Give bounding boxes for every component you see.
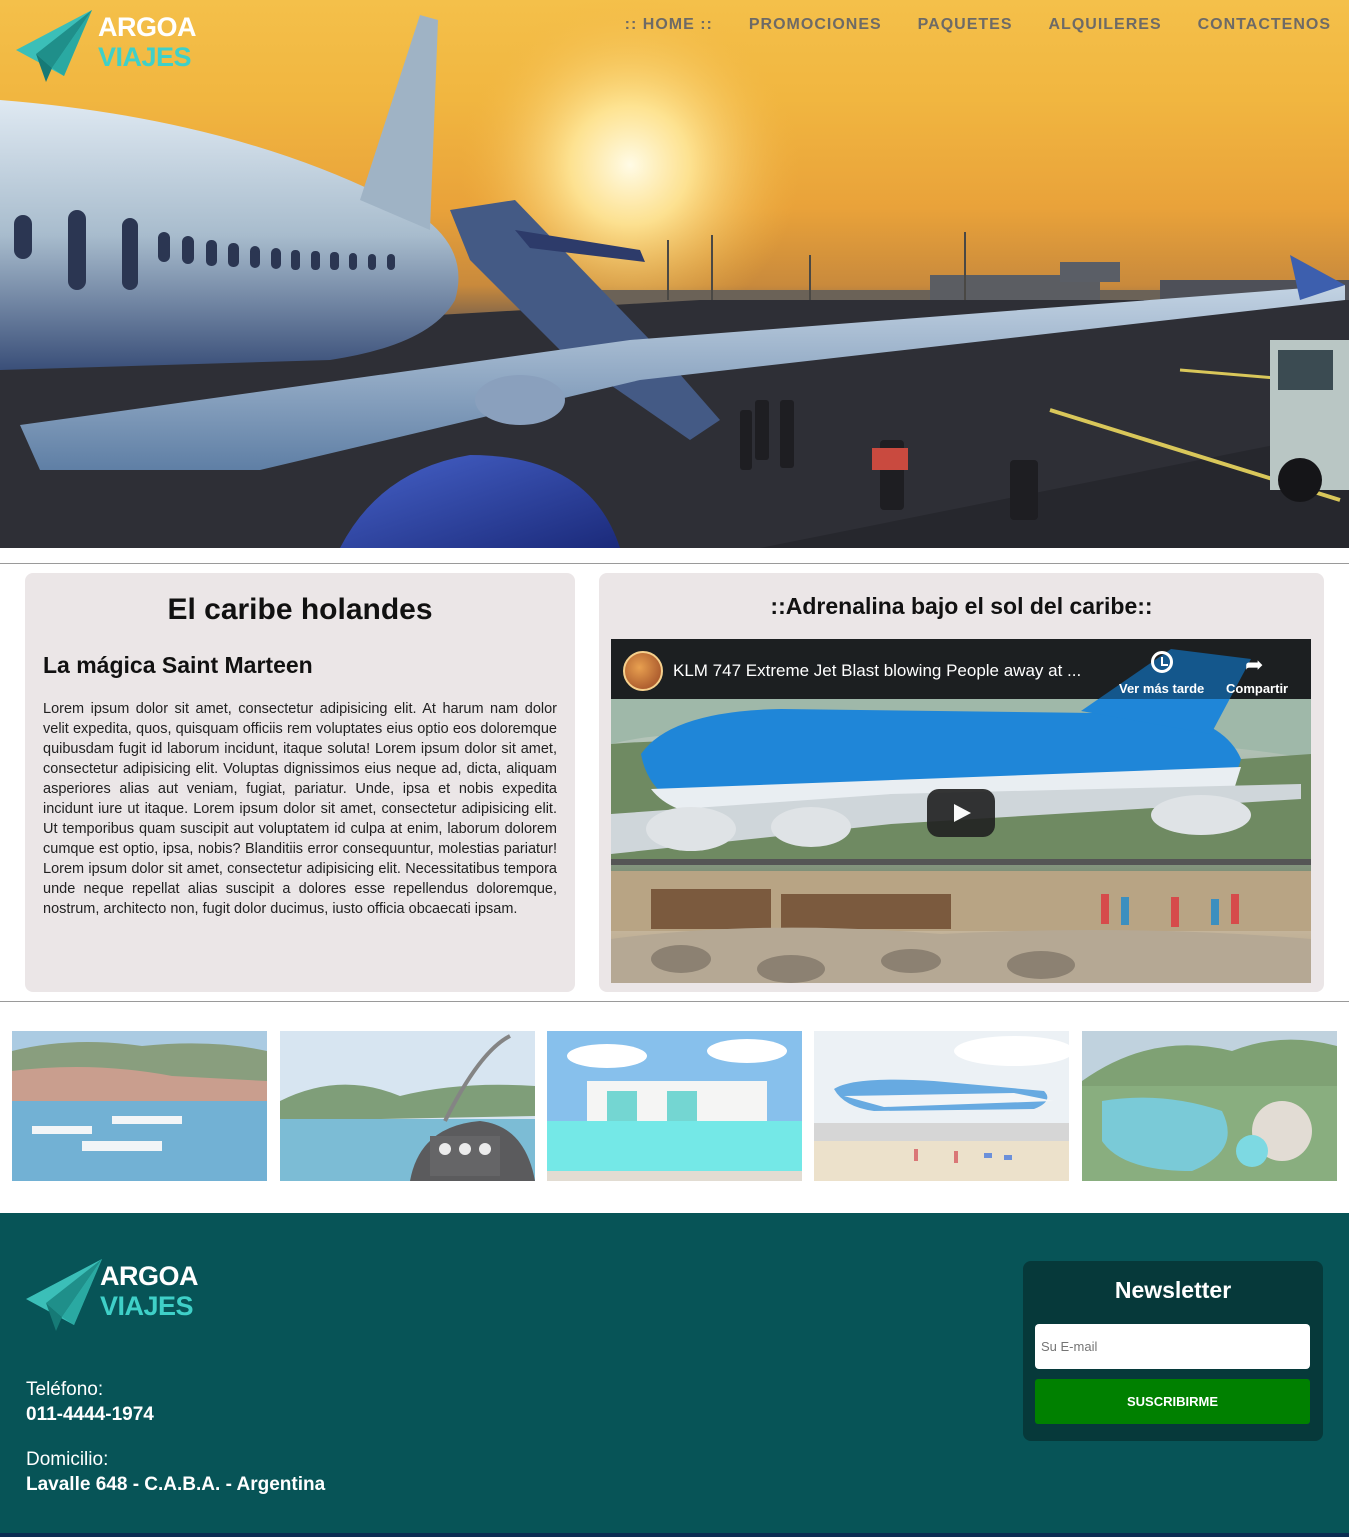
nav-alquileres[interactable]: ALQUILERES [1049, 16, 1162, 34]
video-panel: ::Adrenalina bajo el sol del caribe:: KL… [599, 573, 1324, 992]
article-subtitle: La mágica Saint Marteen [43, 652, 313, 678]
share-label[interactable]: Compartir [1226, 681, 1288, 696]
article-body: Lorem ipsum dolor sit amet, consectetur … [43, 701, 557, 917]
hero-banner: ARGOA VIAJES :: HOME :: PROMOCIONES PAQU… [0, 0, 1349, 548]
phone-label: Teléfono: [26, 1379, 104, 1400]
watch-later-label[interactable]: Ver más tarde [1119, 681, 1204, 696]
phone-number: 011-4444-1974 [26, 1404, 154, 1425]
nav-promociones[interactable]: PROMOCIONES [749, 16, 882, 34]
article-panel: El caribe holandes La mágica Saint Marte… [25, 573, 575, 992]
subscribe-button[interactable]: SUSCRIBIRME [1035, 1379, 1310, 1424]
photo-gallery [12, 1031, 1337, 1181]
youtube-video-embed[interactable]: KLM 747 Extreme Jet Blast blowing People… [611, 639, 1311, 983]
gallery-image-resort[interactable] [1082, 1031, 1337, 1181]
gallery-image-helicopter[interactable] [280, 1031, 535, 1181]
footer-logo-line-1: ARGOA [100, 1261, 199, 1291]
nav-home[interactable]: :: HOME :: [625, 16, 713, 34]
address-label: Domicilio: [26, 1449, 109, 1470]
gallery-image-pool[interactable] [547, 1031, 802, 1181]
newsletter-title: Newsletter [1114, 1277, 1232, 1303]
main-nav: :: HOME :: PROMOCIONES PAQUETES ALQUILER… [625, 16, 1331, 34]
site-footer: ARGOA VIAJES Teléfono: 011-4444-1974 Dom… [0, 1213, 1349, 1537]
video-panel-heading: ::Adrenalina bajo el sol del caribe:: [770, 593, 1153, 619]
logo-wordmark: ARGOA VIAJES [98, 12, 197, 72]
share-icon[interactable]: ➦ [1245, 652, 1263, 678]
paper-plane-icon [16, 10, 92, 82]
footer-bottom-strip [0, 1533, 1349, 1537]
play-button[interactable] [927, 789, 995, 837]
footer-logo-line-2: VIAJES [100, 1291, 194, 1321]
footer-logo-wordmark: ARGOA VIAJES [100, 1261, 199, 1321]
email-input[interactable] [1035, 1324, 1310, 1369]
channel-avatar[interactable] [623, 651, 663, 691]
article-title: El caribe holandes [167, 593, 433, 626]
video-title[interactable]: KLM 747 Extreme Jet Blast blowing People… [673, 661, 1081, 681]
header-logo[interactable]: ARGOA VIAJES [16, 10, 197, 90]
hero-airport-image [0, 0, 1349, 548]
divider-bottom [0, 1001, 1349, 1002]
logo-line-2: VIAJES [98, 42, 192, 72]
divider-top [0, 563, 1349, 564]
newsletter-box: Newsletter SUSCRIBIRME [1023, 1261, 1323, 1441]
gallery-image-plane-beach[interactable] [814, 1031, 1069, 1181]
nav-paquetes[interactable]: PAQUETES [918, 16, 1013, 34]
paper-plane-icon [26, 1259, 102, 1331]
address-value: Lavalle 648 - C.A.B.A. - Argentina [26, 1474, 326, 1495]
footer-logo[interactable]: ARGOA VIAJES [26, 1259, 199, 1339]
gallery-image-harbor[interactable] [12, 1031, 267, 1181]
nav-contactenos[interactable]: CONTACTENOS [1198, 16, 1331, 34]
logo-line-1: ARGOA [98, 12, 197, 42]
clock-icon[interactable] [1151, 651, 1173, 673]
